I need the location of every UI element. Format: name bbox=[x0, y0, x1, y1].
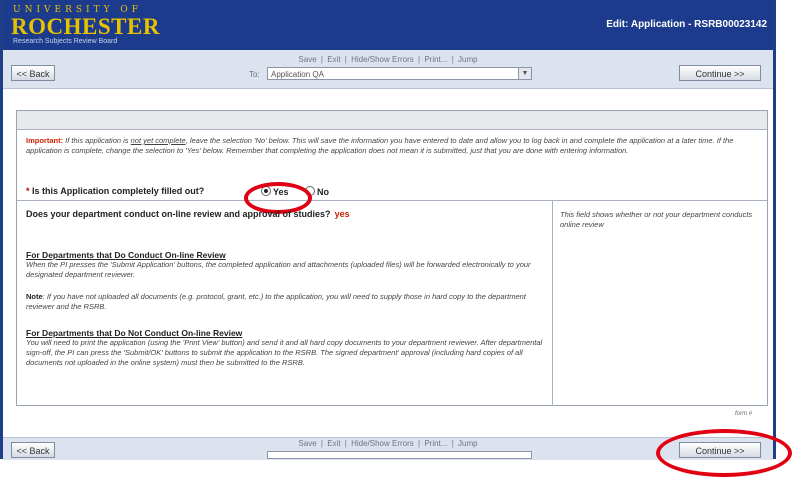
page-title: Edit: Application - RSRB00023142 bbox=[606, 19, 767, 30]
section-header-band bbox=[17, 111, 767, 130]
toolbar-links: Save | Exit | Hide/Show Errors | Print..… bbox=[298, 55, 478, 64]
highlight-circle-continue bbox=[656, 429, 792, 477]
jump-to-label: To: bbox=[249, 70, 260, 79]
back-button[interactable]: << Back bbox=[11, 65, 55, 81]
logo-subtitle: Research Subjects Review Board bbox=[13, 38, 118, 45]
section-no-online-review-heading: For Departments that Do Not Conduct On-l… bbox=[26, 328, 243, 338]
exit-link[interactable]: Exit bbox=[327, 55, 340, 64]
section-online-review-text: When the PI presses the 'Submit Applicat… bbox=[26, 260, 531, 279]
completion-section: Important: If this application is not ye… bbox=[17, 130, 767, 214]
note-text: Note: If you have not uploaded all docum… bbox=[26, 292, 526, 311]
save-link[interactable]: Save bbox=[298, 55, 316, 64]
bottom-hide-show-errors-link[interactable]: Hide/Show Errors bbox=[351, 439, 414, 448]
print-link[interactable]: Print... bbox=[424, 55, 447, 64]
no-label: No bbox=[317, 187, 329, 197]
section-no-online-review-text: You will need to print the application (… bbox=[26, 338, 543, 367]
completion-question: * Is this Application completely filled … bbox=[26, 186, 205, 196]
question-answer: yes bbox=[334, 209, 350, 219]
form-content: Important: If this application is not ye… bbox=[16, 110, 768, 406]
bottom-print-link[interactable]: Print... bbox=[424, 439, 447, 448]
top-toolbar: << Back Save | Exit | Hide/Show Errors |… bbox=[3, 50, 773, 89]
jump-to-select[interactable]: Application QA ▼ bbox=[267, 67, 532, 80]
continue-button[interactable]: Continue >> bbox=[679, 65, 761, 81]
jump-link[interactable]: Jump bbox=[458, 55, 478, 64]
required-marker: * bbox=[26, 186, 30, 196]
help-text: This field shows whether or not your dep… bbox=[560, 210, 753, 229]
jump-to-selected: Application QA bbox=[271, 70, 324, 79]
chevron-down-icon[interactable]: ▼ bbox=[518, 68, 531, 79]
logo-rochester: ROCHESTER bbox=[11, 14, 160, 39]
important-label: Important: bbox=[26, 136, 64, 145]
bottom-exit-link[interactable]: Exit bbox=[327, 439, 340, 448]
hide-show-errors-link[interactable]: Hide/Show Errors bbox=[351, 55, 414, 64]
online-review-question: Does your department conduct on-line rev… bbox=[17, 201, 553, 406]
bottom-save-link[interactable]: Save bbox=[298, 439, 316, 448]
section-online-review-heading: For Departments that Do Conduct On-line … bbox=[26, 250, 226, 260]
bottom-jump-link[interactable]: Jump bbox=[458, 439, 478, 448]
question-title: Does your department conduct on-line rev… bbox=[26, 209, 350, 219]
bottom-jump-to-select[interactable] bbox=[267, 451, 532, 459]
application-frame: UNIVERSITY OF ROCHESTER Research Subject… bbox=[0, 0, 776, 460]
form-number: form # bbox=[735, 411, 753, 417]
important-notice: Important: If this application is not ye… bbox=[26, 136, 734, 155]
note-label: Note bbox=[26, 292, 43, 301]
header-banner: UNIVERSITY OF ROCHESTER Research Subject… bbox=[3, 0, 773, 50]
